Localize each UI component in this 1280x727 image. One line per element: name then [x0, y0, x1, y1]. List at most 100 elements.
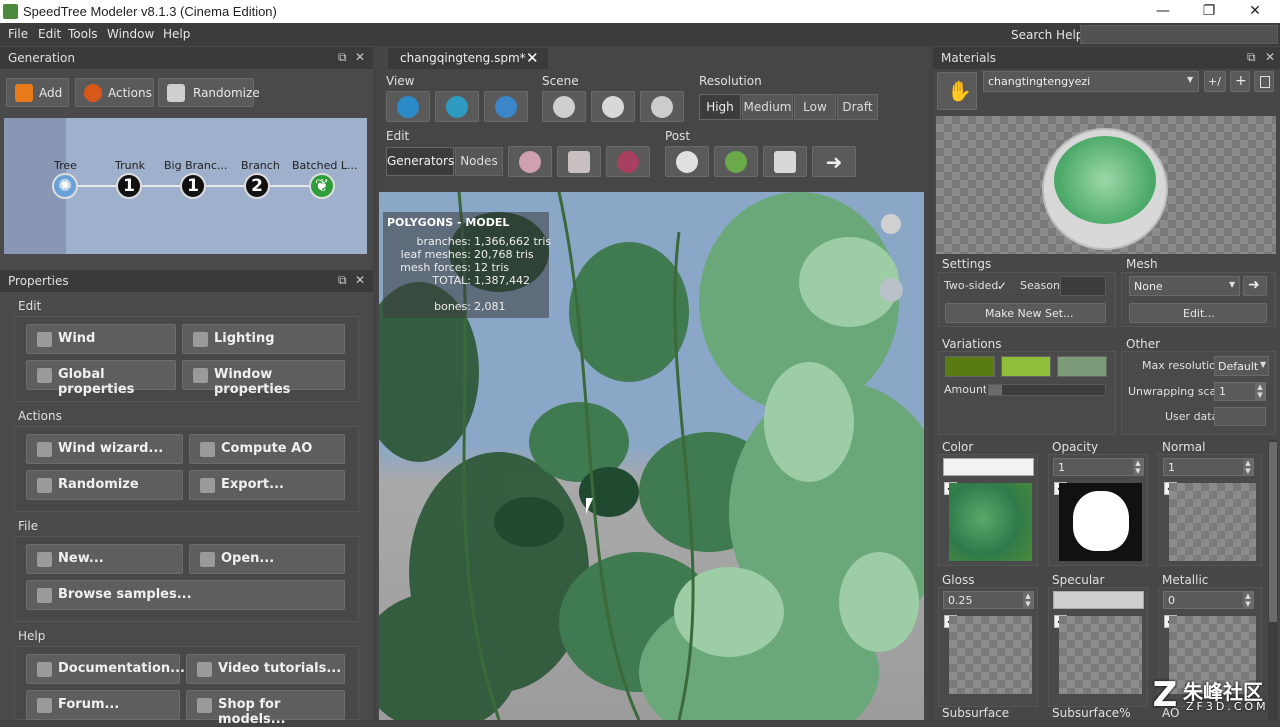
- new-material-button[interactable]: +: [1230, 71, 1250, 92]
- new-file-button[interactable]: New...: [26, 544, 183, 574]
- resolution-medium[interactable]: Medium: [742, 94, 793, 120]
- lighting-button[interactable]: Lighting: [182, 324, 345, 354]
- menu-window[interactable]: Window: [107, 27, 154, 41]
- mesh-edit-button[interactable]: Edit...: [1129, 303, 1267, 323]
- hand-tool-button[interactable]: ✋: [937, 72, 977, 110]
- wind-wizard-button[interactable]: Wind wizard...: [26, 434, 183, 464]
- resolution-low[interactable]: Low: [794, 94, 836, 120]
- menu-help[interactable]: Help: [163, 27, 190, 41]
- normal-spinbox[interactable]: 1 ▲ ▼: [1163, 458, 1254, 476]
- color-swatch[interactable]: [943, 458, 1034, 476]
- post-leaf-button[interactable]: [714, 146, 758, 177]
- node-leaves[interactable]: ❦: [309, 173, 335, 199]
- resolution-high[interactable]: High: [699, 94, 741, 120]
- opacity-spinbox[interactable]: 1 ▲ ▼: [1053, 458, 1144, 476]
- gloss-spinbox[interactable]: 0.25 ▲ ▼: [943, 591, 1034, 609]
- close-panel-icon[interactable]: ✕: [355, 50, 365, 64]
- actions-button[interactable]: Actions: [75, 78, 154, 107]
- season-field[interactable]: [1060, 276, 1106, 296]
- undock-icon[interactable]: ⧉: [338, 273, 347, 288]
- shop-button[interactable]: Shop for models...: [186, 690, 345, 727]
- edit-paint-button[interactable]: [508, 146, 552, 177]
- two-sided-checkbox[interactable]: ✓: [997, 279, 1007, 293]
- node-tree[interactable]: ✺: [52, 173, 78, 199]
- node-trunk[interactable]: 1: [116, 173, 142, 199]
- make-new-set-button[interactable]: Make New Set...: [945, 303, 1106, 323]
- scene-light-button[interactable]: [640, 91, 684, 122]
- add-button[interactable]: Add: [6, 78, 69, 107]
- menu-file[interactable]: File: [8, 27, 28, 41]
- edit-target-button[interactable]: [606, 146, 650, 177]
- specular-swatch[interactable]: [1053, 591, 1144, 609]
- close-tab-icon[interactable]: ✕: [526, 49, 539, 67]
- spin-arrows-icon[interactable]: ▲ ▼: [1243, 592, 1253, 608]
- browse-samples-button[interactable]: Browse samples...: [26, 580, 345, 610]
- randomize-toolbar-button[interactable]: Randomize: [158, 78, 260, 107]
- variation-color-3[interactable]: [1057, 356, 1107, 377]
- variation-color-1[interactable]: [945, 356, 995, 377]
- material-preview[interactable]: [936, 116, 1276, 254]
- export-button[interactable]: Export...: [189, 470, 345, 500]
- randomize-button[interactable]: Randomize: [26, 470, 183, 500]
- document-tab[interactable]: changqingteng.spm* ✕: [388, 48, 548, 69]
- node-big-branch[interactable]: 1: [180, 173, 206, 199]
- color-texture-thumb[interactable]: [949, 483, 1032, 561]
- view-zoom-button[interactable]: [484, 91, 528, 122]
- wind-button[interactable]: Wind: [26, 324, 176, 354]
- materials-scrollbar[interactable]: [1268, 440, 1278, 720]
- spin-arrows-icon[interactable]: ▲ ▼: [1255, 383, 1265, 400]
- post-next-button[interactable]: ➜: [812, 146, 856, 177]
- scene-fan-button[interactable]: [591, 91, 635, 122]
- view-perspective-button[interactable]: [386, 91, 430, 122]
- spin-arrows-icon[interactable]: ▲ ▼: [1023, 592, 1033, 608]
- menu-edit[interactable]: Edit: [38, 27, 61, 41]
- metallic-spinbox[interactable]: 0 ▲ ▼: [1163, 591, 1254, 609]
- global-properties-button[interactable]: Global properties: [26, 360, 176, 397]
- close-button[interactable]: ✕: [1232, 0, 1278, 23]
- close-panel-icon[interactable]: ✕: [355, 273, 365, 287]
- forum-button[interactable]: Forum...: [26, 690, 180, 720]
- menu-tools[interactable]: Tools: [68, 27, 98, 41]
- opacity-texture-thumb[interactable]: [1059, 483, 1142, 561]
- mesh-select[interactable]: None ▼: [1129, 276, 1240, 296]
- 3d-viewport[interactable]: POLYGONS - MODEL branches: leaf meshes: …: [379, 192, 924, 720]
- materials-scrollbar-thumb[interactable]: [1269, 442, 1277, 622]
- resolution-draft[interactable]: Draft: [837, 94, 878, 120]
- node-branch[interactable]: 2: [244, 173, 270, 199]
- undock-icon[interactable]: ⧉: [338, 50, 347, 65]
- amount-slider[interactable]: [986, 384, 1106, 396]
- amount-slider-handle[interactable]: [988, 385, 1002, 395]
- spin-arrows-icon[interactable]: ▲ ▼: [1133, 459, 1143, 475]
- unwrapping-scale-spinbox[interactable]: 1 ▲ ▼: [1214, 382, 1266, 401]
- undock-icon[interactable]: ⧉: [1247, 50, 1256, 65]
- normal-texture-thumb[interactable]: [1169, 483, 1256, 561]
- open-file-button[interactable]: Open...: [189, 544, 345, 574]
- wind-gizmo-icon[interactable]: [879, 278, 903, 302]
- mesh-go-button[interactable]: ➜: [1243, 276, 1267, 296]
- edit-add-node-button[interactable]: [557, 146, 601, 177]
- edit-generators[interactable]: Generators: [386, 147, 454, 176]
- specular-texture-thumb[interactable]: [1059, 616, 1142, 694]
- window-properties-button[interactable]: Window properties: [182, 360, 345, 397]
- add-remove-material-button[interactable]: +/: [1204, 71, 1226, 92]
- edit-nodes[interactable]: Nodes: [455, 147, 503, 176]
- light-gizmo-icon[interactable]: [881, 214, 901, 234]
- scene-magnet-button[interactable]: [542, 91, 586, 122]
- maximize-button[interactable]: ❐: [1186, 0, 1232, 23]
- max-resolution-select[interactable]: Default ▼: [1214, 356, 1269, 376]
- gloss-texture-thumb[interactable]: [949, 616, 1032, 694]
- documentation-button[interactable]: Documentation...: [26, 654, 185, 684]
- view-orbit-button[interactable]: [435, 91, 479, 122]
- node-graph[interactable]: Tree ✺ Trunk 1 Big Branc... 1 Branch 2 B…: [4, 118, 367, 254]
- close-panel-icon[interactable]: ✕: [1265, 50, 1275, 64]
- post-render-button[interactable]: [763, 146, 807, 177]
- video-tutorials-button[interactable]: Video tutorials...: [186, 654, 345, 684]
- post-cluster-button[interactable]: [665, 146, 709, 177]
- material-select[interactable]: changtingtengyezi ▼: [983, 71, 1199, 92]
- variation-color-2[interactable]: [1001, 356, 1051, 377]
- compute-ao-button[interactable]: Compute AO: [189, 434, 345, 464]
- copy-material-button[interactable]: [1254, 71, 1274, 92]
- spin-arrows-icon[interactable]: ▲ ▼: [1243, 459, 1253, 475]
- search-help-input[interactable]: [1080, 25, 1278, 44]
- minimize-button[interactable]: —: [1140, 0, 1186, 23]
